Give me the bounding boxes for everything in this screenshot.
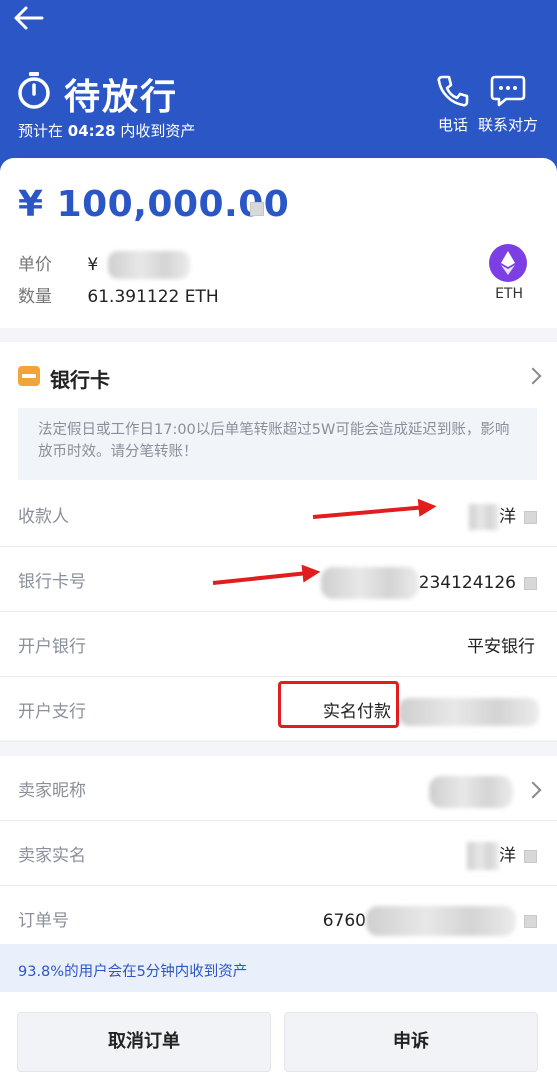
order-number-value: 6760 [323,906,537,936]
redacted-price [107,251,190,279]
price-label: 单价 [18,255,52,275]
redacted-order-number [366,906,516,936]
redacted-seller-name [467,842,499,870]
seller-name-value: 洋 [467,841,537,870]
contact-label: 联系对方 [478,116,539,134]
seller-name-label: 卖家实名 [18,846,86,866]
order-number-label: 订单号 [18,911,69,931]
payment-method-header[interactable]: 银行卡 [0,342,557,410]
action-bar: 取消订单 申诉 [0,992,557,1082]
seller-nickname-value [429,776,513,808]
card-number-row: 银行卡号 234124126 [0,547,557,612]
price-prefix: ¥ [87,255,99,275]
bank-name-label: 开户银行 [18,637,86,657]
card-number-label: 银行卡号 [18,572,86,592]
chevron-right-icon [524,367,542,385]
redacted-nickname [429,776,513,808]
eta-text: 预计在 04:28 内收到资产 [18,120,195,141]
status-title: 待放行 [64,77,179,118]
appeal-button[interactable]: 申诉 [284,1012,538,1072]
phone-icon [437,75,469,107]
copy-icon[interactable] [524,849,537,863]
bank-name-row: 开户银行 平安银行 [0,612,557,677]
seller-name-row: 卖家实名 洋 [0,821,557,886]
quantity-label: 数量 [18,287,52,307]
copy-icon[interactable] [524,510,537,524]
payment-method-title: 银行卡 [50,368,110,392]
stopwatch-icon [18,72,50,109]
bank-card-icon [18,366,40,386]
transfer-notice: 法定假日或工作日17:00以后单笔转账超过5W可能会造成延迟到账，影响放币时效。… [18,408,537,480]
seller-nickname-row[interactable]: 卖家昵称 [0,756,557,821]
back-arrow-icon[interactable] [12,4,46,32]
redacted-card-number [320,567,419,599]
payment-method-card: 银行卡 法定假日或工作日17:00以后单笔转账超过5W可能会造成延迟到账，影响放… [0,342,557,742]
copy-icon[interactable] [524,576,537,590]
delivery-stats-note: 93.8%的用户会在5分钟内收到资产 [0,944,557,992]
eta-suffix: 内收到资产 [120,122,196,140]
header: 待放行 预计在 04:28 内收到资产 电话 联系对方 [0,0,557,180]
coin-label: ETH [495,286,523,302]
amount-value: ¥ 100,000.00 [18,184,290,225]
order-number-text: 6760 [322,911,366,931]
seller-info-card: 卖家昵称 卖家实名 洋 订单号 6760 [0,756,557,944]
phone-label: 电话 [437,116,468,134]
countdown: 04:28 [67,122,116,140]
card-number-value: 234124126 [320,567,537,599]
redacted-branch [399,698,539,726]
seller-name-text: 洋 [499,846,516,866]
payee-value: 洋 [469,502,537,530]
order-summary-card: ¥ 100,000.00 单价 ¥ 数量 61.391122 ETH ETH [0,158,557,328]
payee-label: 收款人 [18,507,69,527]
redacted-payee [469,504,499,530]
seller-nickname-label: 卖家昵称 [18,781,86,801]
order-amount: ¥ 100,000.00 [18,184,289,225]
payee-row: 收款人 洋 [0,482,557,547]
quantity-value: 61.391122 ETH [87,287,219,307]
chat-icon [490,75,526,107]
chevron-right-icon [524,781,542,799]
copy-icon[interactable] [250,202,264,216]
bank-name-value: 平安银行 [467,637,535,657]
cancel-order-button[interactable]: 取消订单 [17,1012,271,1072]
branch-label: 开户支行 [18,702,86,722]
card-number-text: 234124126 [418,573,516,593]
ethereum-icon [489,244,527,282]
payee-text: 洋 [499,507,516,527]
order-number-row: 订单号 6760 [0,886,557,951]
price-row: 单价 ¥ [18,250,190,279]
phone-button[interactable]: 电话 [436,74,470,135]
eta-prefix: 预计在 [18,122,64,140]
contact-button[interactable]: 联系对方 [478,74,538,135]
quantity-row: 数量 61.391122 ETH [18,282,219,307]
copy-icon[interactable] [524,914,537,928]
annotation-highlight-box [278,681,399,728]
